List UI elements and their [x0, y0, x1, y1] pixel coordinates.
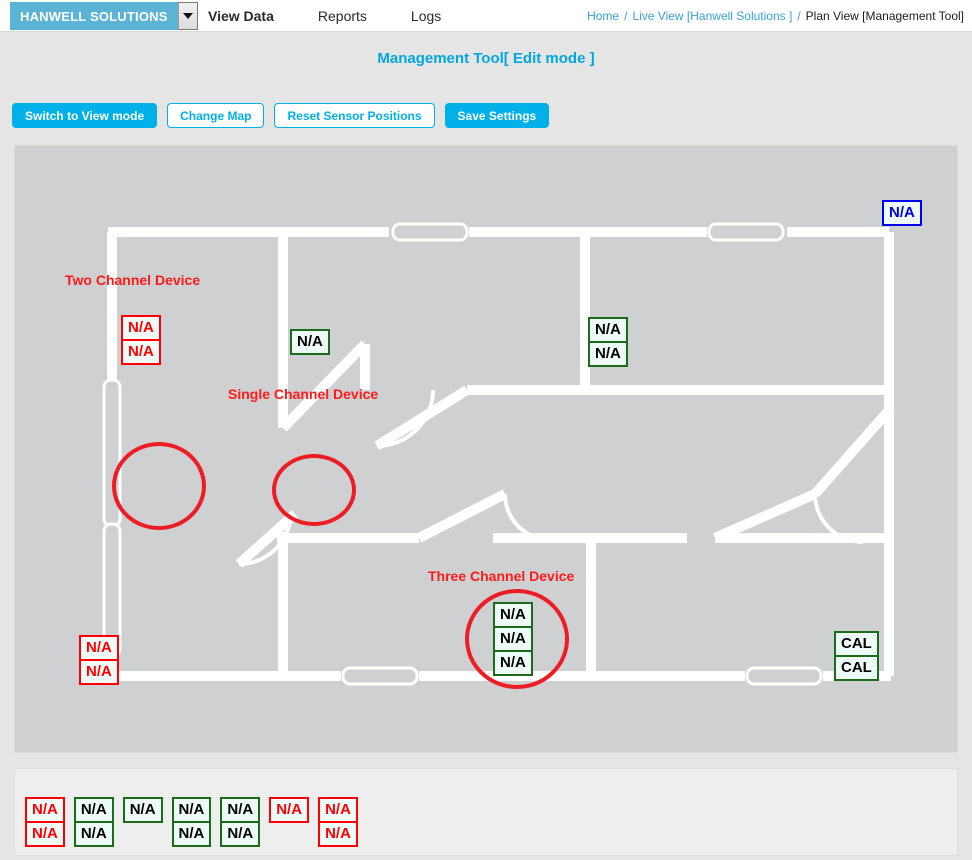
- floor-plan-panel[interactable]: Two Channel Device Single Channel Device…: [14, 145, 958, 753]
- sensor-channel: N/A: [500, 606, 526, 623]
- map-sensor-two-channel[interactable]: N/A N/A: [121, 315, 161, 365]
- nav-link-reports[interactable]: Reports: [296, 8, 389, 24]
- tray-sensor-6[interactable]: N/A: [269, 797, 310, 823]
- nav-link-logs[interactable]: Logs: [389, 8, 463, 24]
- tray-sensor-3[interactable]: N/A: [122, 797, 163, 823]
- sensor-channel: N/A: [27, 821, 63, 845]
- sensor-channel: N/A: [178, 801, 205, 818]
- sensor-channel: N/A: [276, 801, 303, 818]
- sensor-channel: N/A: [297, 333, 323, 350]
- annotation-label-two-channel: Two Channel Device: [65, 272, 201, 288]
- sensor-channel: N/A: [325, 801, 351, 818]
- annotation-circle-two-channel: [112, 442, 206, 530]
- map-sensor-upper-right[interactable]: N/A N/A: [588, 317, 628, 367]
- sensor-channel: CAL: [841, 635, 872, 652]
- sensor-channel: N/A: [227, 801, 254, 818]
- tray-items: N/A N/A N/A N/A N/A N/A N/A N/A N/A N/A …: [25, 797, 358, 847]
- sensor-channel: N/A: [128, 319, 154, 336]
- map-sensor-top-right-unplaced[interactable]: N/A: [882, 200, 922, 226]
- breadcrumb: Home / Live View [Hanwell Solutions ] / …: [587, 0, 964, 32]
- toolbar: Switch to View mode Change Map Reset Sen…: [12, 103, 550, 128]
- switch-to-view-mode-button[interactable]: Switch to View mode: [12, 103, 158, 128]
- sensor-channel: N/A: [129, 801, 156, 818]
- page-title: Management Tool[ Edit mode ]: [377, 50, 595, 67]
- map-sensor-cal[interactable]: CAL CAL: [834, 631, 879, 681]
- annotation-circle-single-channel: [272, 454, 356, 526]
- annotation-label-three-channel: Three Channel Device: [428, 568, 575, 584]
- brand-label: HANWELL SOLUTIONS: [10, 2, 178, 30]
- change-map-button[interactable]: Change Map: [167, 103, 265, 128]
- sensor-channel: N/A: [123, 339, 159, 363]
- nav-link-view-data[interactable]: View Data: [186, 8, 296, 24]
- sensor-channel: N/A: [495, 650, 531, 674]
- sensor-channel: N/A: [86, 639, 112, 656]
- sensor-channel: CAL: [836, 655, 877, 679]
- sensor-channel: N/A: [222, 821, 259, 845]
- breadcrumb-current: Plan View [Management Tool]: [805, 9, 964, 23]
- map-sensor-three-channel[interactable]: N/A N/A N/A: [493, 602, 533, 676]
- tray-sensor-7[interactable]: N/A N/A: [318, 797, 358, 847]
- nav-links: View Data Reports Logs: [186, 0, 463, 32]
- tray-sensor-2[interactable]: N/A N/A: [73, 797, 114, 847]
- tray-sensor-1[interactable]: N/A N/A: [25, 797, 65, 847]
- breadcrumb-home[interactable]: Home: [587, 9, 619, 23]
- map-sensor-single-channel[interactable]: N/A: [290, 329, 330, 355]
- map-sensor-lower-left[interactable]: N/A N/A: [79, 635, 119, 685]
- breadcrumb-live-view[interactable]: Live View [Hanwell Solutions ]: [632, 9, 792, 23]
- breadcrumb-separator-1: /: [624, 9, 628, 23]
- sensor-channel: N/A: [590, 341, 626, 365]
- sensor-channel: N/A: [320, 821, 356, 845]
- sensor-channel: N/A: [595, 321, 621, 338]
- sensor-channel: N/A: [81, 659, 117, 683]
- tray-sensor-4[interactable]: N/A N/A: [171, 797, 212, 847]
- sensor-channel: N/A: [495, 626, 531, 650]
- annotation-label-single-channel: Single Channel Device: [228, 386, 379, 402]
- sensor-channel: N/A: [80, 801, 107, 818]
- unplaced-sensors-tray: N/A N/A N/A N/A N/A N/A N/A N/A N/A N/A …: [14, 768, 958, 856]
- save-settings-button[interactable]: Save Settings: [444, 103, 550, 128]
- reset-sensor-positions-button[interactable]: Reset Sensor Positions: [274, 103, 435, 128]
- top-navbar: HANWELL SOLUTIONS View Data Reports Logs…: [0, 0, 972, 32]
- sensor-channel: N/A: [173, 821, 210, 845]
- breadcrumb-separator-2: /: [797, 9, 801, 23]
- sensor-channel: N/A: [889, 204, 915, 221]
- sensor-channel: N/A: [32, 801, 58, 818]
- tray-sensor-5[interactable]: N/A N/A: [220, 797, 261, 847]
- sensor-channel: N/A: [75, 821, 112, 845]
- brand-dropdown[interactable]: HANWELL SOLUTIONS: [10, 2, 198, 30]
